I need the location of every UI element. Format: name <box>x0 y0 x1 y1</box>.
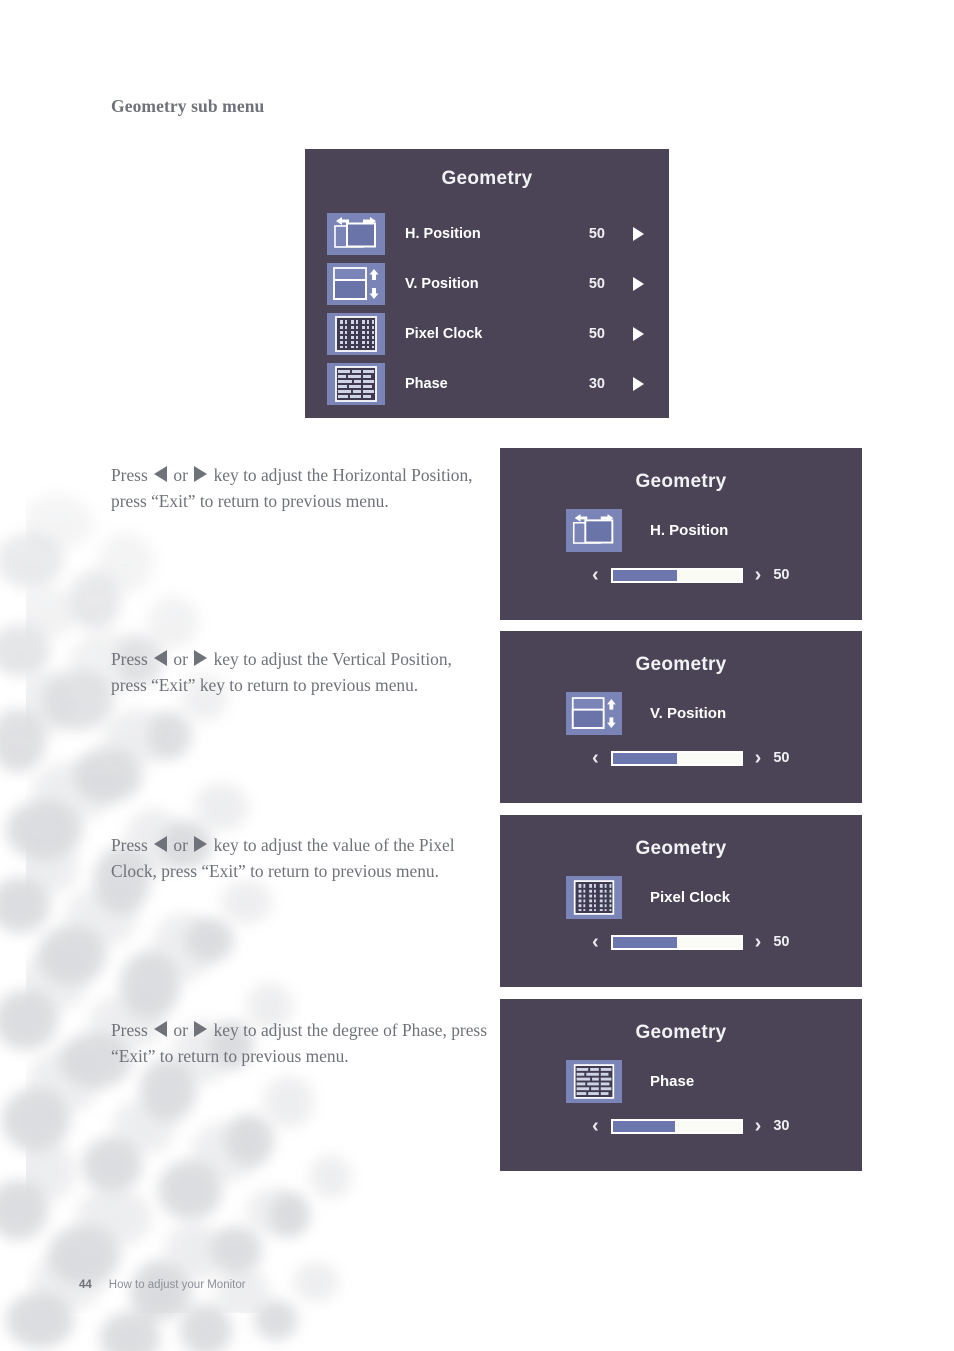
menu-row-phase[interactable]: Phase 30 <box>327 359 649 408</box>
osd-panel-phase: Geometry Phase ‹ › 30 <box>500 999 862 1171</box>
left-arrow-key-icon <box>154 650 168 667</box>
detail-row-label: V. Position <box>650 705 727 722</box>
slider-control[interactable]: ‹ › 50 <box>592 748 795 768</box>
osd-title: Geometry <box>635 1022 727 1043</box>
osd-title: Geometry <box>635 654 727 675</box>
detail-row: H. Position <box>566 509 728 552</box>
chevron-left-icon[interactable]: ‹ <box>592 1116 599 1136</box>
instruction-text-before: Press <box>111 1020 153 1041</box>
right-arrow-key-icon <box>194 836 208 853</box>
detail-row-label: Pixel Clock <box>650 889 731 906</box>
slider-fill <box>612 569 677 581</box>
slider-control[interactable]: ‹ › 50 <box>592 565 795 585</box>
slider-value: 50 <box>773 750 790 766</box>
menu-row-value: 50 <box>588 275 605 292</box>
slider-track[interactable] <box>610 567 743 583</box>
detail-row-label: H. Position <box>650 522 729 539</box>
slider-value: 50 <box>773 567 790 583</box>
v-position-icon <box>566 692 622 735</box>
osd-panel-v-position: Geometry V. Position ‹ › 50 <box>500 631 862 803</box>
left-arrow-key-icon <box>154 836 168 853</box>
slider-value: 30 <box>773 1118 790 1134</box>
chevron-left-icon[interactable]: ‹ <box>592 932 599 952</box>
h-position-icon <box>327 212 385 255</box>
chevron-right-icon[interactable]: › <box>755 1116 762 1136</box>
slider-value: 50 <box>773 934 790 950</box>
instruction-phase: Press or key to adjust the degree of Pha… <box>111 1018 489 1069</box>
chevron-left-icon[interactable]: ‹ <box>592 748 599 768</box>
instruction-text-middle: or <box>169 649 193 670</box>
instruction-text-after: key to adjust the degree of Phase, press… <box>111 1020 487 1066</box>
h-position-icon <box>566 509 622 552</box>
chevron-left-icon[interactable]: ‹ <box>592 565 599 585</box>
osd-title: Geometry <box>635 838 727 859</box>
slider-track[interactable] <box>610 1118 743 1134</box>
instruction-text-middle: or <box>169 1020 193 1041</box>
right-triangle-icon[interactable] <box>633 376 644 391</box>
osd-panel-h-position: Geometry H. Position ‹ › 50 <box>500 448 862 620</box>
osd-title: Geometry <box>441 168 533 189</box>
chevron-right-icon[interactable]: › <box>755 932 762 952</box>
slider-track[interactable] <box>610 750 743 766</box>
detail-row: Pixel Clock <box>566 876 730 919</box>
page-footer: 44 How to adjust your Monitor <box>79 1279 246 1291</box>
right-triangle-icon[interactable] <box>633 226 644 241</box>
right-arrow-key-icon <box>194 466 208 483</box>
menu-row-label: Pixel Clock <box>405 325 483 342</box>
instruction-pixel-clock: Press or key to adjust the value of the … <box>111 833 483 884</box>
footer-section-label: How to adjust your Monitor <box>108 1279 246 1291</box>
instruction-h-position: Press or key to adjust the Horizontal Po… <box>111 463 483 514</box>
osd-panel-pixel-clock: Geometry Pixel Clock ‹ › 50 <box>500 815 862 987</box>
left-arrow-key-icon <box>154 1021 168 1038</box>
instruction-text-middle: or <box>169 465 193 486</box>
menu-row-value: 50 <box>588 225 605 242</box>
instruction-text-before: Press <box>111 465 153 486</box>
instruction-v-position: Press or key to adjust the Vertical Posi… <box>111 647 483 698</box>
menu-row-value: 30 <box>588 375 605 392</box>
menu-row-label: V. Position <box>405 275 479 292</box>
slider-control[interactable]: ‹ › 50 <box>592 932 795 952</box>
pixel-clock-icon <box>327 312 385 355</box>
menu-row-v-position[interactable]: V. Position 50 <box>327 259 649 308</box>
osd-title: Geometry <box>635 471 727 492</box>
chevron-right-icon[interactable]: › <box>755 565 762 585</box>
menu-row-pixel-clock[interactable]: Pixel Clock 50 <box>327 309 649 358</box>
right-triangle-icon[interactable] <box>633 276 644 291</box>
slider-fill <box>612 752 677 764</box>
menu-row-label: H. Position <box>405 225 481 242</box>
slider-fill <box>612 1120 676 1132</box>
menu-row-value: 50 <box>588 325 605 342</box>
slider-control[interactable]: ‹ › 30 <box>592 1116 795 1136</box>
detail-row: V. Position <box>566 692 726 735</box>
right-arrow-key-icon <box>194 1021 208 1038</box>
osd-main-menu: Geometry H. Position 50 V. Position 50 P… <box>305 149 669 418</box>
chevron-right-icon[interactable]: › <box>755 748 762 768</box>
page-number: 44 <box>79 1279 92 1291</box>
instruction-text-middle: or <box>169 835 193 856</box>
instruction-text-before: Press <box>111 835 153 856</box>
menu-row-h-position[interactable]: H. Position 50 <box>327 209 649 258</box>
slider-fill <box>612 936 677 948</box>
page-title: Geometry sub menu <box>111 96 265 116</box>
phase-icon <box>566 1060 622 1103</box>
slider-track[interactable] <box>610 934 743 950</box>
v-position-icon <box>327 262 385 305</box>
menu-row-label: Phase <box>405 375 448 392</box>
left-arrow-key-icon <box>154 466 168 483</box>
phase-icon <box>327 362 385 405</box>
pixel-clock-icon <box>566 876 622 919</box>
right-arrow-key-icon <box>194 650 208 667</box>
instruction-text-before: Press <box>111 649 153 670</box>
detail-row-label: Phase <box>650 1073 695 1090</box>
detail-row: Phase <box>566 1060 694 1103</box>
right-triangle-icon[interactable] <box>633 326 644 341</box>
